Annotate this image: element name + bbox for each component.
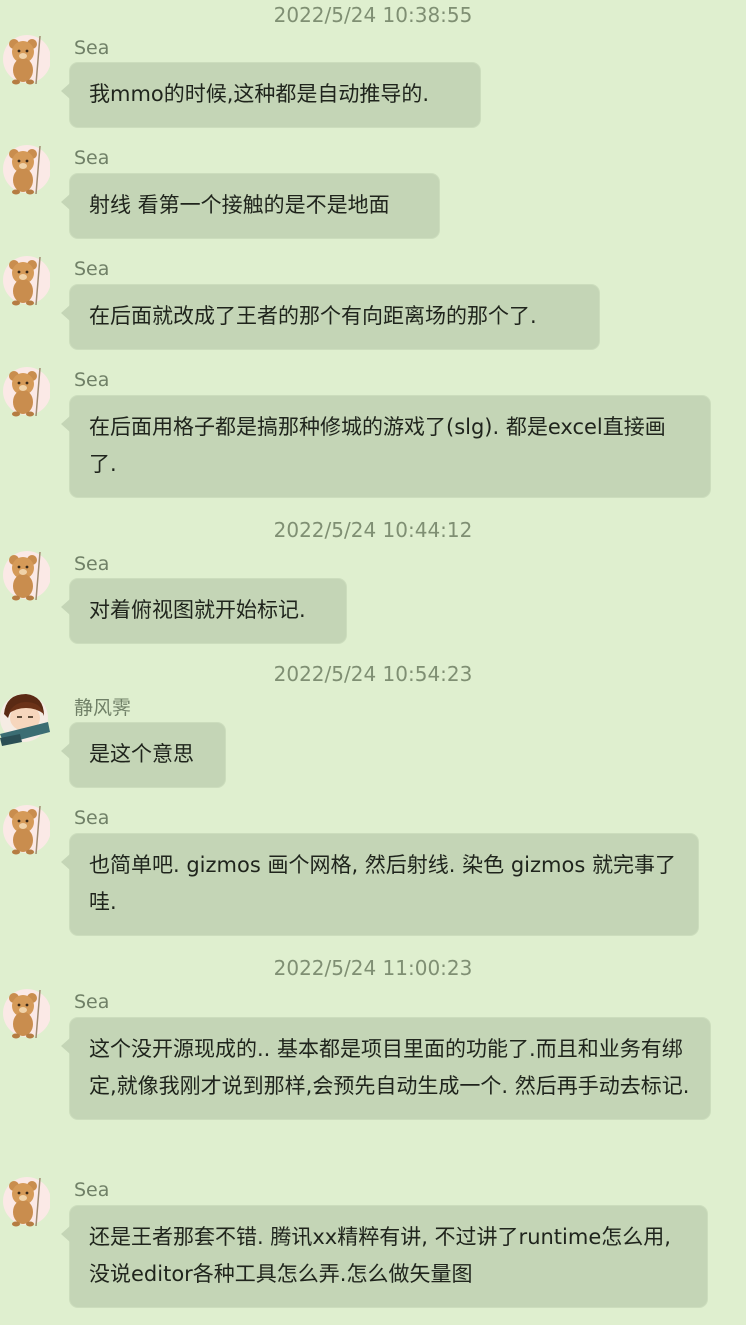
- message-bubble[interactable]: 我mmo的时候,这种都是自动推导的.: [61, 63, 480, 127]
- chat-history: 2022/5/24 10:38:55 Sea 我mmo的时候,这种都是自动推导的…: [0, 0, 746, 1325]
- sender-name: Sea: [74, 37, 110, 59]
- sender-name: Sea: [74, 1179, 110, 1201]
- message-bubble[interactable]: 还是王者那套不错. 腾讯xx精粹有讲, 不过讲了runtime怎么用,没说edi…: [61, 1206, 707, 1307]
- sender-name: 静风霁: [74, 697, 132, 719]
- bear-avatar-icon[interactable]: [0, 364, 50, 418]
- message-text: 我mmo的时候,这种都是自动推导的.: [89, 82, 430, 106]
- message-text: 在后面用格子都是搞那种修城的游戏了(slg). 都是excel直接画了.: [89, 415, 666, 476]
- bear-avatar-icon[interactable]: [0, 32, 50, 86]
- message-bubble[interactable]: 是这个意思: [61, 723, 225, 787]
- message-bubble[interactable]: 对着俯视图就开始标记.: [61, 579, 346, 643]
- message-text: 这个没开源现成的.. 基本都是项目里面的功能了.而且和业务有绑定,就像我刚才说到…: [89, 1037, 690, 1098]
- sender-name: Sea: [74, 258, 110, 280]
- message-text: 也简单吧. gizmos 画个网格, 然后射线. 染色 gizmos 就完事了哇…: [89, 853, 676, 914]
- bear-avatar-icon[interactable]: [0, 142, 50, 196]
- message-text: 还是王者那套不错. 腾讯xx精粹有讲, 不过讲了runtime怎么用,没说edi…: [89, 1225, 671, 1286]
- sender-name: Sea: [74, 991, 110, 1013]
- bear-avatar-icon[interactable]: [0, 1174, 50, 1228]
- sender-name: Sea: [74, 147, 110, 169]
- timestamp: 2022/5/24 10:44:12: [273, 518, 473, 542]
- message-text: 射线 看第一个接触的是不是地面: [89, 193, 390, 217]
- timestamp: 2022/5/24 11:00:23: [273, 956, 473, 980]
- sender-name: Sea: [74, 369, 110, 391]
- message-text: 对着俯视图就开始标记.: [89, 598, 306, 622]
- message-bubble[interactable]: 射线 看第一个接触的是不是地面: [61, 174, 439, 238]
- sender-name: Sea: [74, 807, 110, 829]
- sender-name: Sea: [74, 553, 110, 575]
- message-bubble[interactable]: 在后面用格子都是搞那种修城的游戏了(slg). 都是excel直接画了.: [61, 396, 710, 497]
- message-text: 在后面就改成了王者的那个有向距离场的那个了.: [89, 304, 537, 328]
- timestamp: 2022/5/24 10:54:23: [273, 662, 473, 686]
- bear-avatar-icon[interactable]: [0, 548, 50, 602]
- bear-avatar-icon[interactable]: [0, 802, 50, 856]
- message-bubble[interactable]: 也简单吧. gizmos 画个网格, 然后射线. 染色 gizmos 就完事了哇…: [61, 834, 698, 935]
- message-bubble[interactable]: 在后面就改成了王者的那个有向距离场的那个了.: [61, 285, 599, 349]
- timestamp: 2022/5/24 10:38:55: [273, 3, 473, 27]
- bear-avatar-icon[interactable]: [0, 253, 50, 307]
- message-text: 是这个意思: [89, 742, 194, 766]
- message-bubble[interactable]: 这个没开源现成的.. 基本都是项目里面的功能了.而且和业务有绑定,就像我刚才说到…: [61, 1018, 710, 1119]
- cartoon-person-avatar-icon[interactable]: [0, 692, 50, 746]
- bear-avatar-icon[interactable]: [0, 986, 50, 1040]
